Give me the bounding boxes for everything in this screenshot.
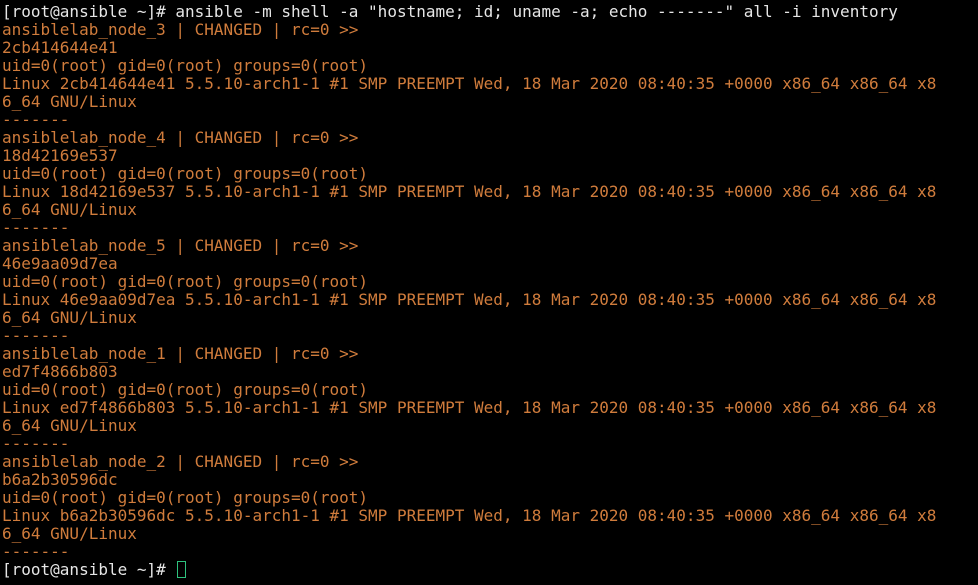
id-output: uid=0(root) gid=0(root) groups=0(root) (2, 56, 369, 75)
hostname-output: 2cb414644e41 (2, 38, 118, 57)
uname-output-wrap: 6_64 GNU/Linux (2, 200, 137, 219)
separator-output: ------- (2, 542, 70, 561)
id-output: uid=0(root) gid=0(root) groups=0(root) (2, 380, 369, 399)
uname-output: Linux 2cb414644e41 5.5.10-arch1-1 #1 SMP… (2, 74, 937, 93)
uname-output-wrap: 6_64 GNU/Linux (2, 524, 137, 543)
command-line: [root@ansible ~]# ansible -m shell -a "h… (2, 3, 978, 21)
uname-output-wrap: 6_64 GNU/Linux (2, 92, 137, 111)
command-text: ansible -m shell -a "hostname; id; uname… (175, 2, 898, 21)
hostname-output: 18d42169e537 (2, 146, 118, 165)
shell-prompt: [root@ansible ~]# (2, 2, 176, 21)
id-output: uid=0(root) gid=0(root) groups=0(root) (2, 272, 369, 291)
host-output-block: ansiblelab_node_3 | CHANGED | rc=0 >> 2c… (2, 21, 978, 129)
uname-output: Linux b6a2b30596dc 5.5.10-arch1-1 #1 SMP… (2, 506, 937, 525)
uname-output: Linux ed7f4866b803 5.5.10-arch1-1 #1 SMP… (2, 398, 937, 417)
host-header: ansiblelab_node_1 | CHANGED | rc=0 >> (2, 344, 359, 363)
hostname-output: ed7f4866b803 (2, 362, 118, 381)
host-output-block: ansiblelab_node_2 | CHANGED | rc=0 >> b6… (2, 453, 978, 561)
hostname-output: b6a2b30596dc (2, 470, 118, 489)
id-output: uid=0(root) gid=0(root) groups=0(root) (2, 164, 369, 183)
uname-output: Linux 46e9aa09d7ea 5.5.10-arch1-1 #1 SMP… (2, 290, 937, 309)
host-output-block: ansiblelab_node_4 | CHANGED | rc=0 >> 18… (2, 129, 978, 237)
hostname-output: 46e9aa09d7ea (2, 254, 118, 273)
final-prompt-line[interactable]: [root@ansible ~]# (2, 561, 978, 579)
host-header: ansiblelab_node_5 | CHANGED | rc=0 >> (2, 236, 359, 255)
host-output-block: ansiblelab_node_5 | CHANGED | rc=0 >> 46… (2, 237, 978, 345)
terminal-window[interactable]: [root@ansible ~]# ansible -m shell -a "h… (0, 0, 978, 585)
uname-output-wrap: 6_64 GNU/Linux (2, 308, 137, 327)
separator-output: ------- (2, 110, 70, 129)
uname-output-wrap: 6_64 GNU/Linux (2, 416, 137, 435)
shell-prompt: [root@ansible ~]# (2, 560, 176, 579)
id-output: uid=0(root) gid=0(root) groups=0(root) (2, 488, 369, 507)
separator-output: ------- (2, 434, 70, 453)
host-header: ansiblelab_node_3 | CHANGED | rc=0 >> (2, 20, 359, 39)
host-header: ansiblelab_node_2 | CHANGED | rc=0 >> (2, 452, 359, 471)
separator-output: ------- (2, 326, 70, 345)
host-output-block: ansiblelab_node_1 | CHANGED | rc=0 >> ed… (2, 345, 978, 453)
text-cursor[interactable] (177, 561, 187, 578)
host-header: ansiblelab_node_4 | CHANGED | rc=0 >> (2, 128, 359, 147)
separator-output: ------- (2, 218, 70, 237)
uname-output: Linux 18d42169e537 5.5.10-arch1-1 #1 SMP… (2, 182, 937, 201)
